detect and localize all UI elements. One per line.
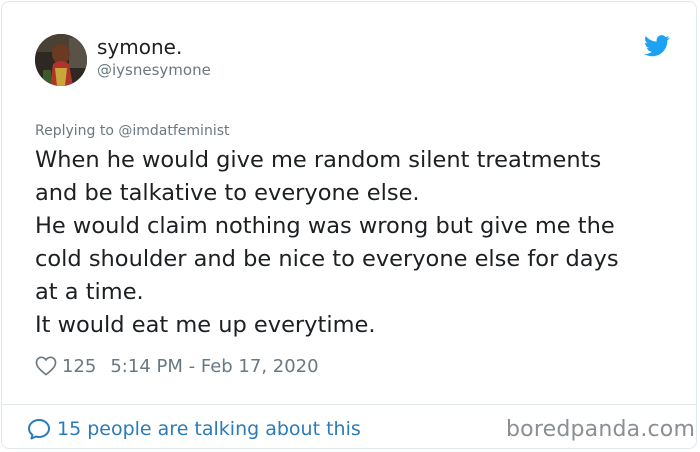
replying-to: Replying to @imdatfeminist <box>35 122 230 140</box>
speech-bubble-icon <box>28 419 50 440</box>
tweet-text: When he would give me random silent trea… <box>35 144 675 342</box>
talking-about-link[interactable]: 15 people are talking about this <box>27 415 361 443</box>
display-name[interactable]: symone. <box>97 35 182 59</box>
talking-about-label: 15 people are talking about this <box>57 418 361 440</box>
user-handle[interactable]: @iysnesymone <box>97 60 211 80</box>
tweet-card: symone. @iysnesymone Replying to @imdatf… <box>1 1 697 449</box>
tweet-line: When he would give me random silent trea… <box>35 147 602 173</box>
footer-divider <box>2 404 696 405</box>
avatar[interactable] <box>35 34 87 86</box>
tweet-line: and be talkative to everyone else. <box>35 180 420 206</box>
tweet-line: at a time. <box>35 279 144 305</box>
watermark: boredpanda.com <box>506 417 696 442</box>
heart-icon[interactable] <box>35 356 57 376</box>
reply-mention-link[interactable]: @imdatfeminist <box>118 123 229 139</box>
avatar-image <box>35 34 87 86</box>
twitter-bird-icon[interactable] <box>644 35 670 57</box>
tweet-line: It would eat me up everytime. <box>35 312 376 338</box>
tweet-line: He would claim nothing was wrong but giv… <box>35 213 615 239</box>
replying-prefix: Replying to <box>35 123 119 139</box>
like-count[interactable]: 125 <box>62 356 96 377</box>
tweet-line: cold shoulder and be nice to everyone el… <box>35 246 619 272</box>
tweet-timestamp[interactable]: 5:14 PM - Feb 17, 2020 <box>110 356 318 377</box>
tweet-meta: 125 5:14 PM - Feb 17, 2020 <box>35 353 319 379</box>
